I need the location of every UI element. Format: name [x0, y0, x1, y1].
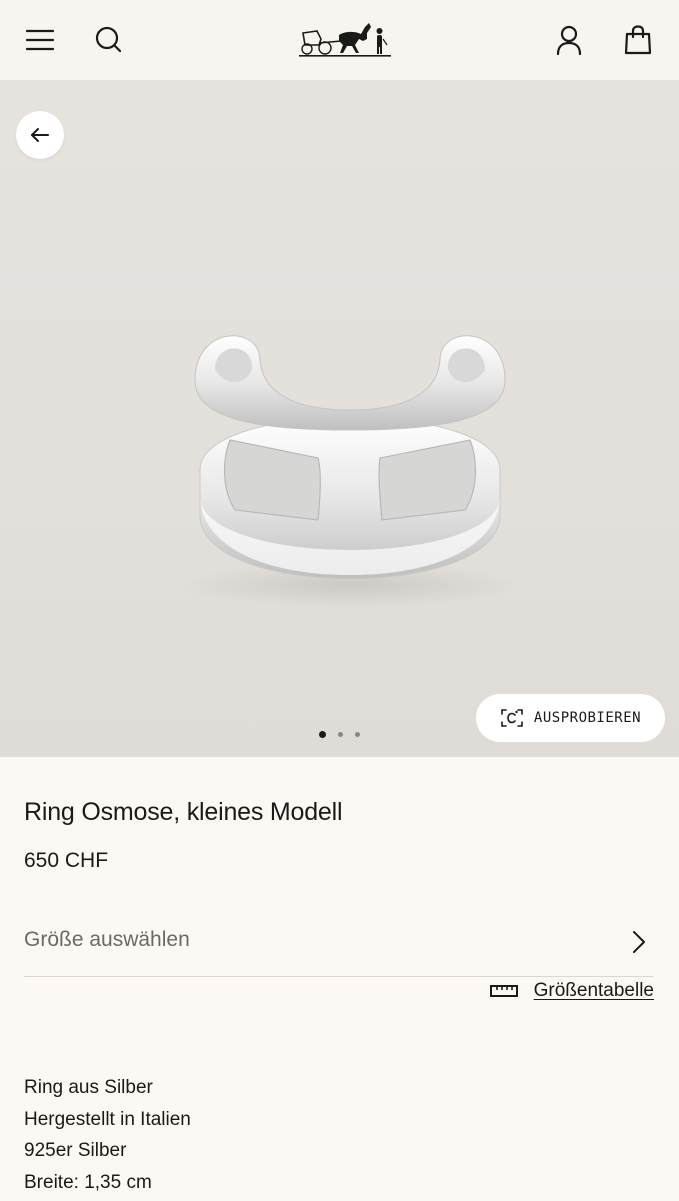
user-icon[interactable] [551, 22, 587, 58]
detail-line: Breite: 1,35 cm [24, 1171, 152, 1193]
gallery-pagination [0, 731, 679, 738]
pagination-dot[interactable] [338, 732, 343, 737]
search-icon[interactable] [91, 22, 127, 58]
product-image-gallery[interactable]: AUSPROBIEREN [0, 80, 679, 757]
detail-line: 925er Silber [24, 1140, 127, 1161]
product-price: 650 CHF [24, 849, 109, 872]
top-navigation-bar [0, 0, 679, 81]
product-details-list: Ring aus Silber Hergestellt in Italien 9… [24, 1072, 191, 1198]
hermes-carriage-logo[interactable] [296, 14, 394, 60]
hamburger-menu-icon[interactable] [22, 22, 58, 58]
camera-scan-icon [500, 707, 524, 729]
arrow-left-icon [30, 127, 50, 143]
product-title: Ring Osmose, kleines Modell [24, 798, 343, 826]
pagination-dot-active[interactable] [319, 731, 326, 738]
back-button[interactable] [16, 111, 64, 159]
try-on-label: AUSPROBIEREN [533, 710, 642, 726]
pagination-dot[interactable] [355, 732, 360, 737]
detail-line: Ring aus Silber [24, 1077, 153, 1098]
product-image-ring [180, 335, 520, 607]
shopping-bag-icon[interactable] [620, 22, 656, 58]
size-select-label: Größe auswählen [24, 928, 190, 951]
size-selector[interactable]: Größe auswählen [24, 918, 654, 977]
chevron-right-icon [632, 930, 646, 959]
size-table-link[interactable]: Größentabelle [489, 980, 654, 1002]
ruler-icon [489, 984, 518, 998]
size-table-label: Größentabelle [533, 980, 654, 1001]
detail-line: Hergestellt in Italien [24, 1108, 191, 1130]
